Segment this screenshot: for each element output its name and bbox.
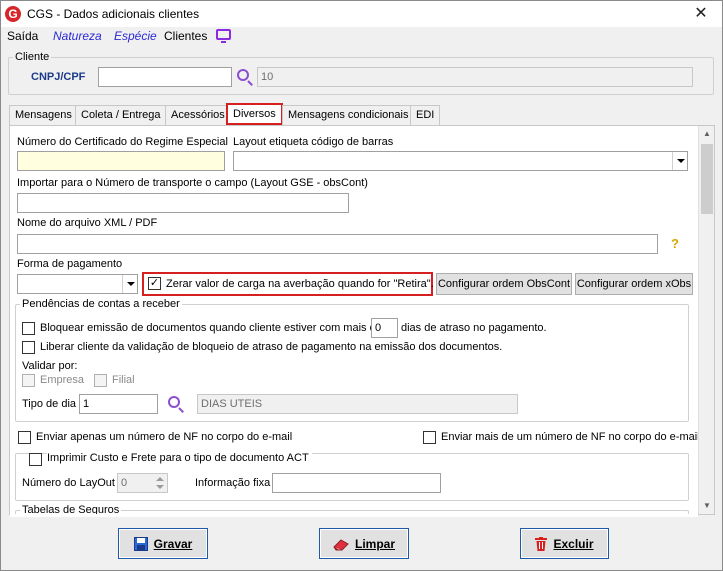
layout-number-value: 0	[121, 477, 128, 489]
forma-pagamento-label: Forma de pagamento	[17, 258, 123, 270]
panel-clip	[10, 514, 698, 517]
cert-field[interactable]	[17, 151, 225, 171]
cert-label: Número do Certificado do Regime Especial	[17, 136, 228, 148]
menu-clientes[interactable]: Clientes	[164, 29, 207, 43]
liberar-checkbox[interactable]	[22, 341, 35, 354]
validar-label: Validar por:	[22, 360, 78, 372]
limpar-button[interactable]: Limpar	[319, 528, 409, 559]
tab-diversos[interactable]: Diversos	[226, 103, 283, 125]
tab-edi[interactable]: EDI	[410, 105, 441, 125]
cliente-legend: Cliente	[15, 51, 50, 63]
liberar-label: Liberar cliente da validação de bloqueio…	[40, 341, 503, 353]
dias-label: dias de atraso no pagamento.	[401, 322, 547, 334]
imprimir-act-label: Imprimir Custo e Frete para o tipo de do…	[47, 452, 312, 464]
pendencias-legend: Pendências de contas a receber	[22, 298, 180, 310]
menu-bar: Saída Natureza Espécie Clientes	[1, 27, 722, 47]
eraser-icon	[333, 538, 349, 550]
menu-natureza[interactable]: Natureza	[53, 29, 102, 43]
tab-acessorios[interactable]: Acessórios	[165, 105, 231, 125]
close-button[interactable]: ✕	[686, 3, 716, 25]
dias-atraso-field[interactable]: 0	[371, 318, 398, 338]
cnpj-label: CNPJ/CPF	[31, 71, 86, 83]
chevron-down-icon[interactable]	[672, 152, 687, 170]
enviar-mais-label: Enviar mais de um número de NF no corpo …	[441, 431, 700, 443]
excluir-button[interactable]: Excluir	[520, 528, 609, 559]
info-fixa-label: Informação fixa	[195, 477, 271, 489]
layout-label: Layout etiqueta código de barras	[233, 136, 394, 148]
layout-select[interactable]	[233, 151, 688, 171]
importar-field[interactable]	[17, 193, 349, 213]
tipo-dia-label: Tipo de dia	[22, 398, 77, 410]
xml-field[interactable]	[17, 234, 658, 254]
monitor-icon[interactable]	[216, 29, 231, 43]
info-fixa-field[interactable]	[272, 473, 441, 493]
chevron-down-icon[interactable]	[122, 275, 137, 293]
forma-pagamento-select[interactable]	[17, 274, 138, 294]
help-icon[interactable]: ?	[671, 236, 679, 251]
save-icon	[133, 536, 148, 551]
scroll-up-icon[interactable]: ▲	[702, 128, 712, 140]
filial-label: Filial	[112, 374, 135, 386]
search-cnpj-icon[interactable]	[237, 69, 249, 81]
gravar-button[interactable]: Gravar	[118, 528, 208, 559]
vertical-scrollbar[interactable]: ▲ ▼	[698, 126, 714, 514]
filial-checkbox	[94, 374, 107, 387]
zerar-label: Zerar valor de carga na averbação quando…	[166, 278, 434, 290]
importar-label: Importar para o Número de transporte o c…	[17, 177, 368, 189]
tab-coleta-entrega[interactable]: Coleta / Entrega	[75, 105, 167, 125]
enviar-apenas-label: Enviar apenas um número de NF no corpo d…	[36, 431, 293, 443]
enviar-apenas-checkbox[interactable]	[18, 431, 31, 444]
layout-number-stepper[interactable]: 0	[117, 473, 168, 493]
tipo-dia-description: DIAS UTEIS	[197, 394, 518, 414]
tab-mensagens[interactable]: Mensagens	[9, 105, 78, 125]
stepper-arrows-icon[interactable]	[154, 475, 166, 491]
tab-mensagens-condicionais[interactable]: Mensagens condicionais	[282, 105, 415, 125]
bloquear-checkbox[interactable]	[22, 322, 35, 335]
menu-especie[interactable]: Espécie	[114, 29, 157, 43]
cnpj-field[interactable]	[98, 67, 232, 87]
scroll-down-icon[interactable]: ▼	[702, 500, 712, 512]
enviar-mais-checkbox[interactable]	[423, 431, 436, 444]
empresa-checkbox	[22, 374, 35, 387]
imprimir-act-checkbox[interactable]	[29, 453, 42, 466]
configurar-obscont-button[interactable]: Configurar ordem ObsCont	[436, 273, 572, 295]
excluir-label: Excluir	[553, 536, 594, 551]
title-bar: G CGS - Dados adicionais clientes ✕	[1, 1, 722, 27]
bloquear-label: Bloquear emissão de documentos quando cl…	[40, 322, 382, 334]
window-title: CGS - Dados adicionais clientes	[27, 7, 200, 21]
xml-label: Nome do arquivo XML / PDF	[17, 217, 158, 229]
gravar-label: Gravar	[153, 536, 193, 551]
cgs-logo-icon: G	[5, 6, 21, 22]
configurar-xobs-button[interactable]: Configurar ordem xObs	[575, 273, 693, 295]
zerar-checkbox[interactable]: ✓	[148, 277, 161, 290]
layout-number-label: Número do LayOut	[22, 477, 115, 489]
limpar-label: Limpar	[354, 536, 395, 551]
scroll-thumb[interactable]	[701, 144, 713, 214]
search-tipo-dia-icon[interactable]	[168, 396, 180, 408]
trash-icon	[535, 536, 548, 551]
empresa-label: Empresa	[40, 374, 85, 386]
window: G CGS - Dados adicionais clientes ✕ Saíd…	[0, 0, 723, 571]
menu-saida[interactable]: Saída	[7, 29, 38, 43]
cliente-code-field: 10	[257, 67, 693, 87]
tipo-dia-field[interactable]: 1	[79, 394, 158, 414]
